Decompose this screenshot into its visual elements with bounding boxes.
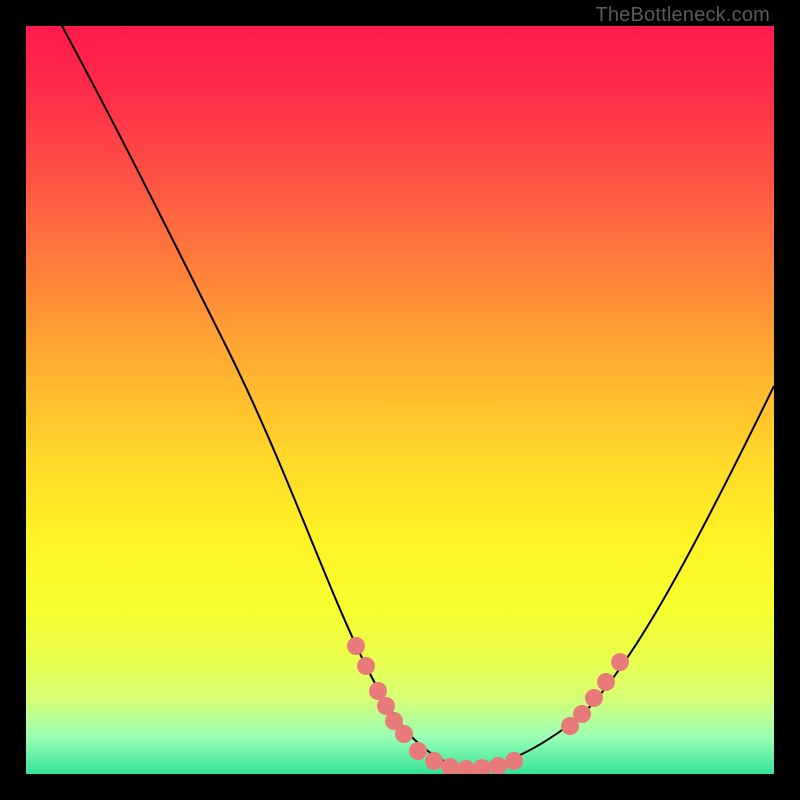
data-dot (357, 657, 375, 675)
data-dot (457, 760, 475, 774)
data-dot (611, 653, 629, 671)
watermark-text: TheBottleneck.com (595, 4, 770, 27)
curve-left-segment (62, 26, 464, 769)
data-dot (425, 752, 443, 770)
data-dot (395, 725, 413, 743)
data-dot (409, 742, 427, 760)
dot-cluster (347, 637, 629, 774)
data-dot (489, 757, 507, 774)
chart-frame: TheBottleneck.com (0, 0, 800, 800)
curve-right-segment (464, 386, 774, 769)
data-dot (473, 759, 491, 774)
data-dot (505, 752, 523, 770)
bottleneck-curve (26, 26, 774, 774)
gradient-plot-area (26, 26, 774, 774)
data-dot (597, 673, 615, 691)
data-dot (573, 705, 591, 723)
data-dot (347, 637, 365, 655)
data-dot (585, 689, 603, 707)
